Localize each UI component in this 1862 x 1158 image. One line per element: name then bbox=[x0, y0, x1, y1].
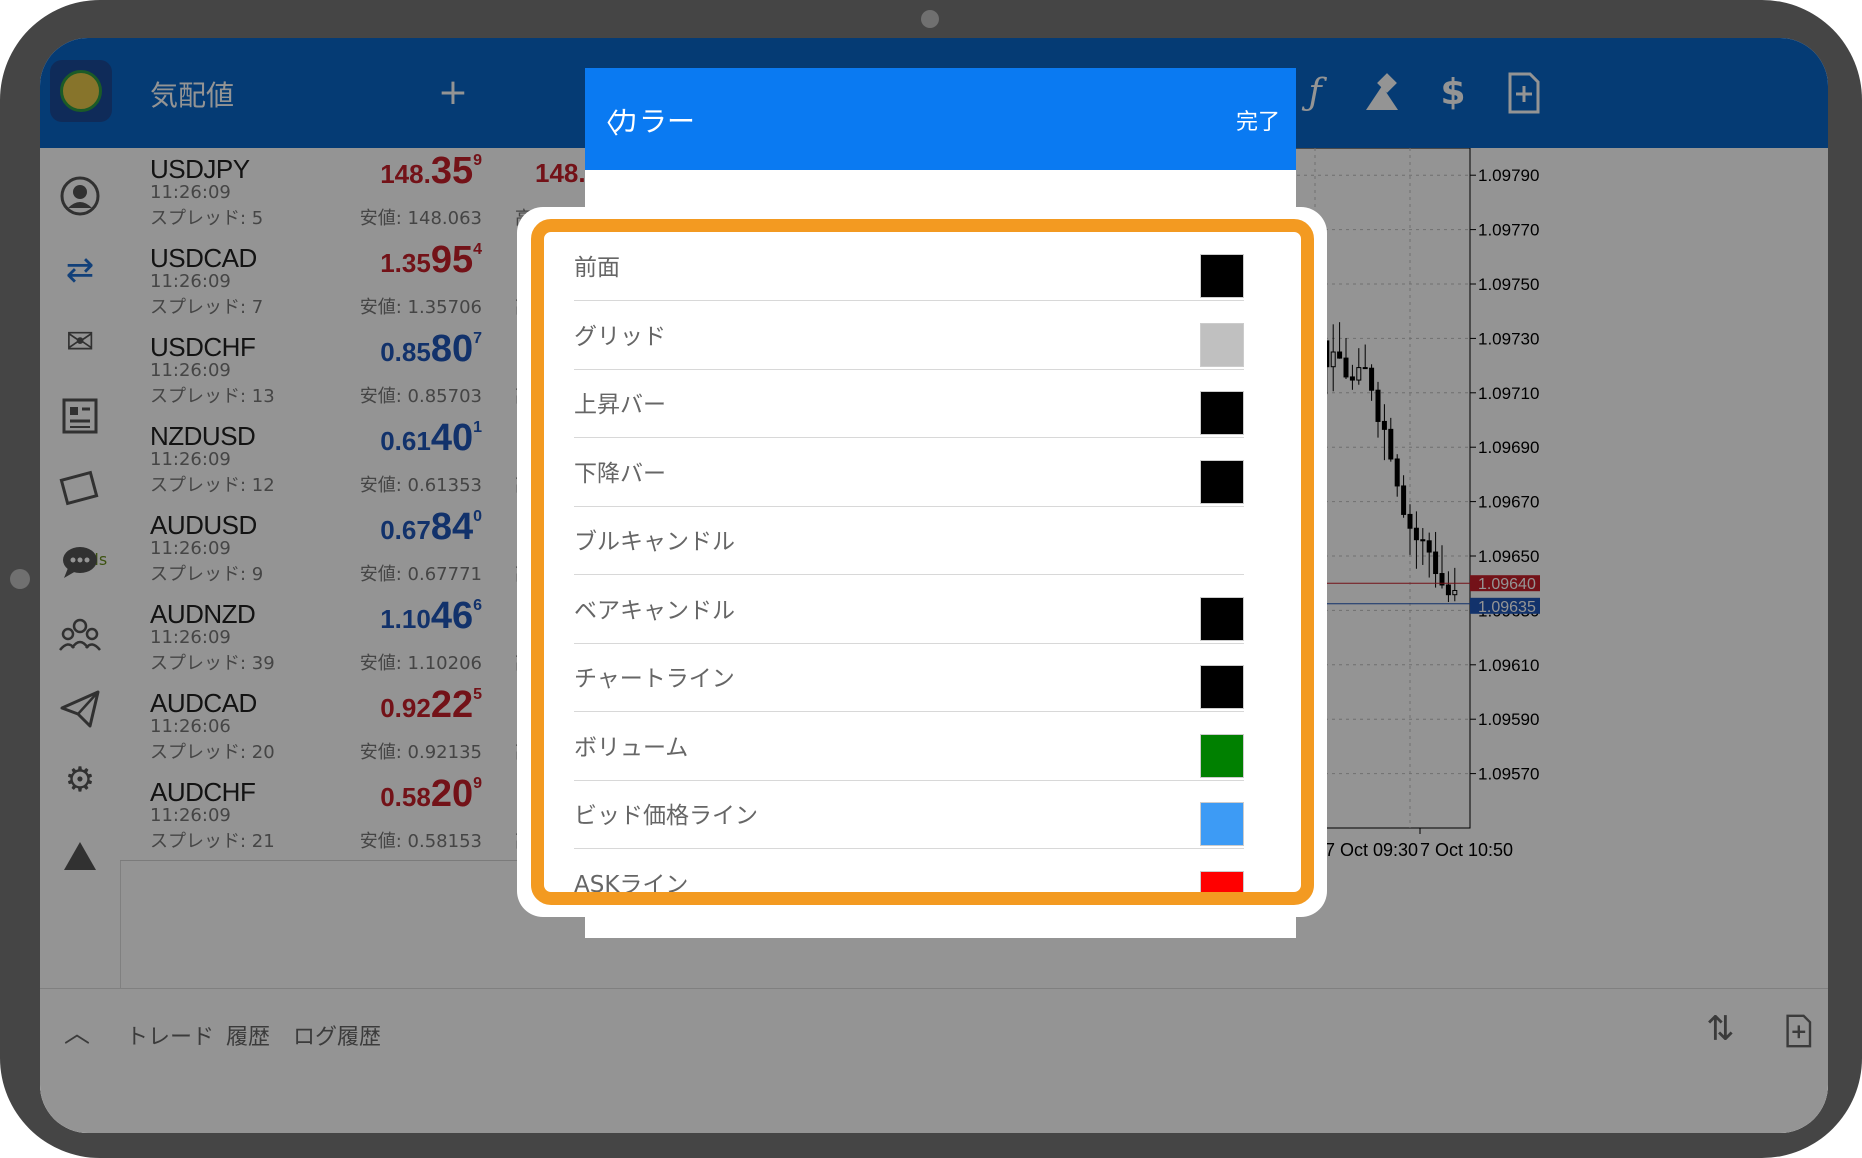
color-setting-label: 下降バー bbox=[574, 460, 666, 487]
color-setting-label: ビッド価格ライン bbox=[574, 803, 758, 829]
color-swatch[interactable] bbox=[1200, 459, 1244, 504]
color-setting-label: 前面 bbox=[574, 255, 620, 281]
color-setting-label: ブルキャンドル bbox=[574, 529, 735, 555]
color-setting-row[interactable]: グリッド bbox=[574, 309, 1244, 370]
color-setting-row[interactable]: チャートライン bbox=[574, 651, 1244, 712]
color-setting-row[interactable]: ビッド価格ライン bbox=[574, 788, 1244, 849]
color-setting-row[interactable]: 前面 bbox=[574, 240, 1244, 301]
dialog-header: 〈 カラー 完了 bbox=[585, 68, 1296, 170]
color-setting-row[interactable]: ボリューム bbox=[574, 720, 1244, 781]
camera-dot bbox=[921, 10, 939, 28]
highlight-frame: 前面グリッド上昇バー下降バーブルキャンドル ベアキャンドル チャートライン ボリューム… bbox=[531, 219, 1314, 905]
color-swatch[interactable] bbox=[1200, 733, 1244, 778]
color-swatch[interactable] bbox=[1200, 870, 1244, 892]
color-setting-row[interactable]: ブルキャンドル bbox=[574, 514, 1244, 575]
color-swatch[interactable] bbox=[1200, 665, 1244, 709]
color-swatch[interactable] bbox=[1200, 802, 1244, 846]
side-button bbox=[10, 569, 30, 589]
color-setting-row[interactable]: 上昇バー bbox=[574, 377, 1244, 438]
color-setting-label: ベアキャンドル bbox=[574, 597, 735, 624]
color-swatch[interactable] bbox=[1200, 596, 1244, 641]
color-setting-label: グリッド bbox=[574, 323, 666, 350]
color-setting-row[interactable]: ASKライン bbox=[574, 857, 1244, 898]
dialog-title: カラー bbox=[611, 105, 696, 138]
color-setting-row[interactable]: ベアキャンドル bbox=[574, 583, 1244, 644]
color-setting-label: チャートライン bbox=[574, 666, 735, 692]
color-setting-label: ボリューム bbox=[574, 734, 689, 761]
done-button[interactable]: 完了 bbox=[1236, 104, 1280, 136]
color-setting-label: 上昇バー bbox=[574, 392, 666, 418]
color-swatch[interactable] bbox=[1200, 391, 1244, 435]
color-swatch[interactable] bbox=[1200, 322, 1244, 367]
color-setting-label: ASKライン bbox=[574, 871, 689, 898]
color-swatch[interactable] bbox=[1200, 254, 1244, 298]
color-setting-row[interactable]: 下降バー bbox=[574, 446, 1244, 507]
